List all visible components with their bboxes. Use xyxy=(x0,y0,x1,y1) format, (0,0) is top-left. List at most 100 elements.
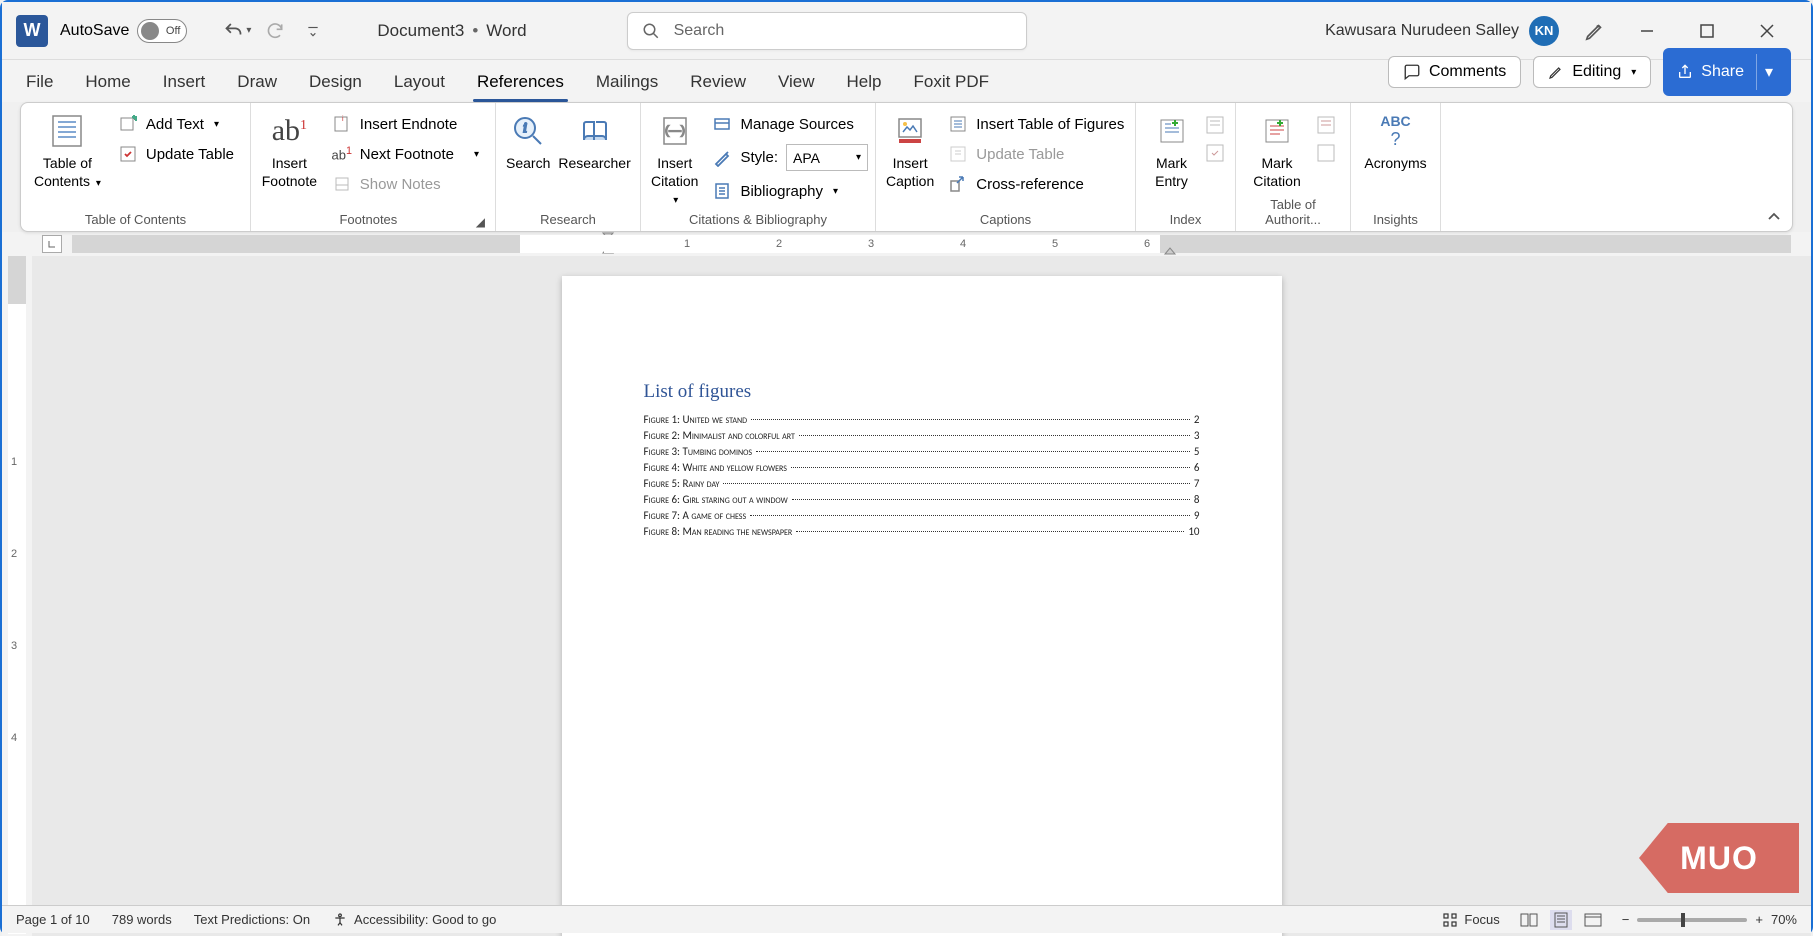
page-count[interactable]: Page 1 of 10 xyxy=(16,912,90,927)
list-item[interactable]: Figure 6: Girl staring out a window8 xyxy=(644,493,1200,506)
qat-customize-button[interactable] xyxy=(299,17,327,45)
tab-references[interactable]: References xyxy=(473,66,568,102)
text-predictions[interactable]: Text Predictions: On xyxy=(194,912,310,927)
print-layout-button[interactable] xyxy=(1550,910,1572,930)
tab-help[interactable]: Help xyxy=(843,66,886,102)
insert-endnote-button[interactable]: iInsert Endnote xyxy=(326,111,485,137)
group-label: Insights xyxy=(1361,210,1430,229)
mark-entry-button[interactable]: Mark Entry xyxy=(1146,107,1197,210)
show-notes-button[interactable]: Show Notes xyxy=(326,171,485,197)
zoom-out-button[interactable]: − xyxy=(1622,912,1630,927)
ruler-horizontal[interactable]: 1 2 3 4 5 6 xyxy=(2,232,1811,256)
word-count[interactable]: 789 words xyxy=(112,912,172,927)
word-app-icon: W xyxy=(16,15,48,47)
update-toa-button[interactable] xyxy=(1316,143,1336,163)
user-account[interactable]: Kawusara Nurudeen Salley KN xyxy=(1325,16,1559,46)
minimize-button[interactable] xyxy=(1631,15,1663,47)
citation-style-select[interactable]: Style: APA▾ xyxy=(706,141,874,174)
close-button[interactable] xyxy=(1751,15,1783,47)
share-icon xyxy=(1677,64,1693,80)
read-mode-button[interactable] xyxy=(1518,910,1540,930)
ribbon: Table of Contents ▾ Add Text▾ Update Tab… xyxy=(20,102,1793,232)
add-text-icon xyxy=(119,115,137,133)
style-dropdown[interactable]: APA▾ xyxy=(786,144,868,171)
undo-button[interactable]: ▾ xyxy=(223,17,251,45)
ruler-vertical[interactable]: 1 2 3 4 xyxy=(2,256,32,936)
maximize-button[interactable] xyxy=(1691,15,1723,47)
insert-index-button[interactable] xyxy=(1205,115,1225,135)
redo-button[interactable] xyxy=(261,17,289,45)
insert-citation-button[interactable]: (—) Insert Citation ▾ xyxy=(651,107,698,210)
next-footnote-button[interactable]: ab1Next Footnote ▾ xyxy=(326,141,485,167)
insert-tof-button[interactable]: Insert Table of Figures xyxy=(942,111,1130,137)
group-label: Table of Authorit... xyxy=(1246,195,1340,229)
list-item[interactable]: Figure 3: Tumbing dominos5 xyxy=(644,445,1200,458)
list-item[interactable]: Figure 5: Rainy day7 xyxy=(644,477,1200,490)
zoom-value[interactable]: 70% xyxy=(1771,912,1797,927)
list-item[interactable]: Figure 4: White and yellow flowers6 xyxy=(644,461,1200,474)
acronyms-button[interactable]: ABC? Acronyms xyxy=(1361,107,1430,210)
update-tof-button[interactable]: Update Table xyxy=(942,141,1130,167)
figure-label: Figure 4: White and yellow flowers xyxy=(644,461,787,474)
researcher-icon xyxy=(578,114,612,148)
group-label: Table of Contents xyxy=(31,210,240,229)
tab-design[interactable]: Design xyxy=(305,66,366,102)
list-item[interactable]: Figure 8: Man reading the newspaper 10 xyxy=(644,525,1200,538)
mark-citation-button[interactable]: Mark Citation xyxy=(1246,107,1308,195)
zoom-slider[interactable]: − + 70% xyxy=(1622,912,1797,927)
style-icon xyxy=(713,149,731,167)
zoom-in-button[interactable]: + xyxy=(1755,912,1763,927)
right-indent-icon[interactable] xyxy=(1164,243,1176,255)
accessibility-status[interactable]: Accessibility: Good to go xyxy=(332,912,496,928)
tab-layout[interactable]: Layout xyxy=(390,66,449,102)
collapse-ribbon-button[interactable] xyxy=(1766,209,1782,225)
bibliography-button[interactable]: Bibliography▾ xyxy=(706,178,874,204)
tab-insert[interactable]: Insert xyxy=(159,66,210,102)
figure-page: 2 xyxy=(1194,413,1200,426)
insert-caption-button[interactable]: Insert Caption xyxy=(886,107,934,210)
focus-button[interactable]: Focus xyxy=(1442,912,1499,928)
tab-home[interactable]: Home xyxy=(81,66,134,102)
toggle-icon[interactable]: Off xyxy=(137,19,187,43)
document-page[interactable]: List of figures Figure 1: United we stan… xyxy=(562,276,1282,936)
tab-draw[interactable]: Draw xyxy=(233,66,281,102)
group-label: Citations & Bibliography xyxy=(651,210,865,229)
figure-label: Figure 8: Man reading the newspaper xyxy=(644,525,793,538)
update-index-button[interactable] xyxy=(1205,143,1225,163)
tab-foxit[interactable]: Foxit PDF xyxy=(910,66,994,102)
web-layout-button[interactable] xyxy=(1582,910,1604,930)
tab-file[interactable]: File xyxy=(22,66,57,102)
list-item[interactable]: Figure 7: A game of chess9 xyxy=(644,509,1200,522)
researcher-button[interactable]: Researcher xyxy=(558,107,630,210)
add-text-button[interactable]: Add Text▾ xyxy=(112,111,240,137)
index-icon xyxy=(1205,115,1225,135)
search-input[interactable]: Search xyxy=(627,12,1027,50)
editing-mode-button[interactable]: Editing▾ xyxy=(1533,56,1651,88)
tab-review[interactable]: Review xyxy=(686,66,750,102)
caption-icon xyxy=(893,114,927,148)
insert-toa-button[interactable] xyxy=(1316,115,1336,135)
tab-selector[interactable] xyxy=(42,235,62,253)
pen-mode-button[interactable] xyxy=(1579,15,1611,47)
list-item[interactable]: Figure 1: United we stand2 xyxy=(644,413,1200,426)
tab-view[interactable]: View xyxy=(774,66,819,102)
crossref-icon xyxy=(949,175,967,193)
comments-button[interactable]: Comments xyxy=(1388,56,1521,88)
update-table-button[interactable]: Update Table xyxy=(112,141,240,167)
autosave-toggle[interactable]: AutoSave Off xyxy=(60,19,187,43)
document-title: Document3•Word xyxy=(377,21,526,41)
footnotes-launcher[interactable]: ◢ xyxy=(476,215,485,229)
group-label: Index xyxy=(1146,210,1225,229)
manage-sources-button[interactable]: Manage Sources xyxy=(706,111,874,137)
cross-reference-button[interactable]: Cross-reference xyxy=(942,171,1130,197)
share-button[interactable]: Share ▾ xyxy=(1663,48,1791,96)
table-of-contents-button[interactable]: Table of Contents ▾ xyxy=(31,107,104,210)
figure-label: Figure 7: A game of chess xyxy=(644,509,747,522)
figure-page: 10 xyxy=(1188,525,1199,538)
mark-entry-icon xyxy=(1157,116,1187,146)
tab-mailings[interactable]: Mailings xyxy=(592,66,662,102)
list-item[interactable]: Figure 2: Minimalist and colorful art3 xyxy=(644,429,1200,442)
insert-footnote-button[interactable]: ab1 Insert Footnote xyxy=(261,107,318,210)
search-button[interactable]: i Search xyxy=(506,107,550,210)
svg-text:(—): (—) xyxy=(665,123,685,137)
